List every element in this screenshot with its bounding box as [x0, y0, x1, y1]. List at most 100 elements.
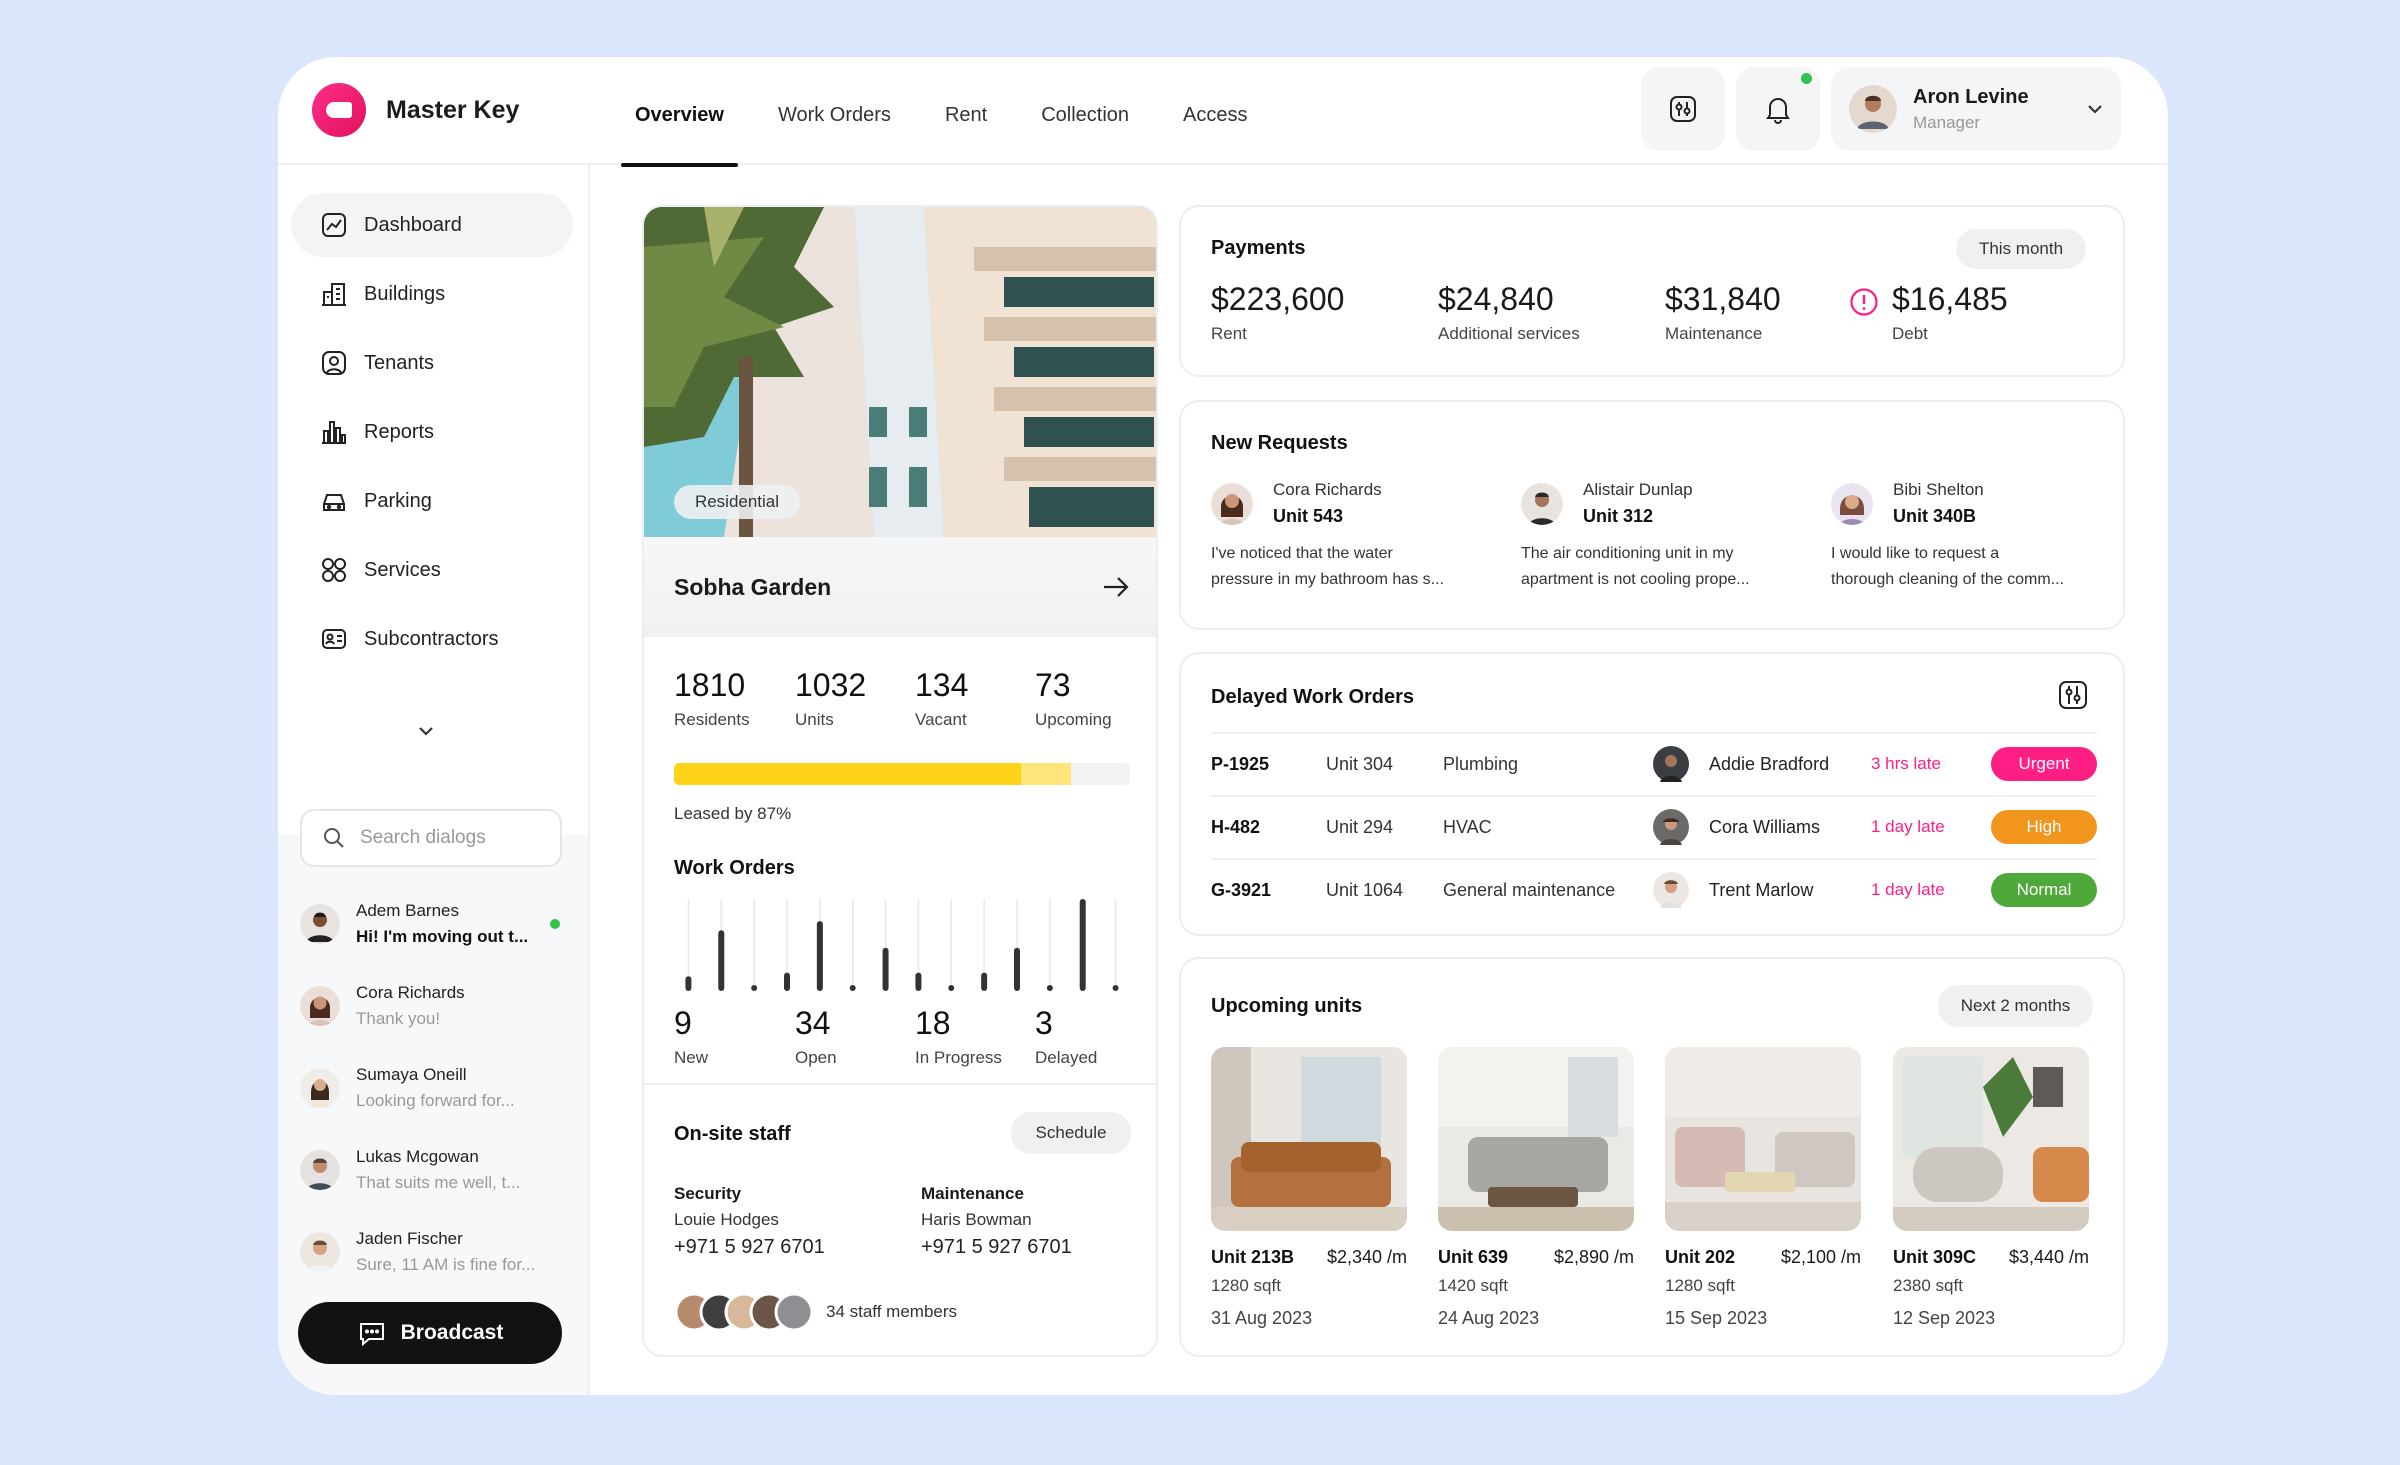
- dialog-item[interactable]: Lukas Mcgowan That suits me well, t...: [300, 1137, 560, 1203]
- stat-label: In Progress: [915, 1048, 1002, 1067]
- logo-icon: [312, 83, 366, 137]
- car-icon: [323, 494, 345, 511]
- building-type-tag: Residential: [674, 485, 800, 519]
- work-order-row[interactable]: G-3921 Unit 1064 General maintenance Tre…: [1211, 859, 2097, 921]
- sidebar-item-subcontractors[interactable]: Subcontractors: [291, 607, 573, 671]
- stat-residents: 1810 Residents: [674, 667, 750, 730]
- sidebar-item-tenants[interactable]: Tenants: [291, 331, 573, 395]
- request-name: Bibi Shelton: [1893, 480, 1984, 499]
- avatar: [300, 986, 340, 1026]
- tab-access[interactable]: Access: [1183, 57, 1247, 165]
- user-menu[interactable]: Aron Levine Manager: [1831, 67, 2121, 151]
- unit-card[interactable]: Unit 213B $2,340 /m 1280 sqft 31 Aug 2023: [1211, 1047, 1407, 1329]
- brand[interactable]: Master Key: [312, 83, 519, 137]
- unit-photo: [1893, 1047, 2089, 1231]
- unit-card[interactable]: Unit 309C $3,440 /m 2380 sqft 12 Sep 2023: [1893, 1047, 2089, 1329]
- work-order-bar: [685, 976, 692, 991]
- request-unit: Unit 340B: [1893, 506, 1977, 526]
- unit-card[interactable]: Unit 639 $2,890 /m 1420 sqft 24 Aug 2023: [1438, 1047, 1634, 1329]
- staff-phone[interactable]: +971 5 927 6701: [674, 1236, 825, 1259]
- payments-title: Payments: [1211, 237, 1306, 259]
- sidebar-item-reports[interactable]: Reports: [291, 400, 573, 464]
- dialog-message: Thank you!: [356, 1009, 441, 1028]
- tab-work-orders[interactable]: Work Orders: [778, 57, 891, 165]
- notification-dot: [1801, 73, 1812, 84]
- sidebar-item-parking[interactable]: Parking: [291, 469, 573, 533]
- stat-label: Upcoming: [1035, 710, 1112, 729]
- main-tabs: Overview Work Orders Rent Collection Acc…: [621, 57, 1301, 167]
- building-title-row[interactable]: Sobha Garden: [644, 537, 1156, 637]
- broadcast-button[interactable]: Broadcast: [298, 1302, 562, 1364]
- work-order-row[interactable]: P-1925 Unit 304 Plumbing Addie Bradford …: [1211, 733, 2097, 795]
- chevron-down-icon: [2088, 105, 2102, 114]
- staff-maintenance: Maintenance Haris Bowman +971 5 927 6701: [921, 1184, 1072, 1259]
- tab-rent[interactable]: Rent: [945, 57, 987, 165]
- staff-avatars[interactable]: 34 staff members: [674, 1292, 957, 1332]
- unit-price: $3,440 /m: [2008, 1247, 2089, 1267]
- dialog-item[interactable]: Sumaya Oneill Looking forward for...: [300, 1055, 560, 1121]
- dialog-item[interactable]: Adem Barnes Hi! I'm moving out t...: [300, 891, 560, 957]
- scan-button[interactable]: [1641, 67, 1725, 151]
- request-item[interactable]: Alistair Dunlap Unit 312 The air conditi…: [1521, 480, 1801, 593]
- wo-stat-new: 9 New: [674, 1005, 708, 1068]
- staff-count: 34 staff members: [826, 1302, 958, 1321]
- unit-photo: [1665, 1047, 1861, 1231]
- dialog-message: Hi! I'm moving out t...: [356, 927, 529, 946]
- payment-value: $31,840: [1665, 281, 1781, 317]
- sidebar-item-label: Buildings: [364, 282, 446, 305]
- dialog-name: Lukas Mcgowan: [356, 1147, 479, 1166]
- tab-overview[interactable]: Overview: [621, 57, 738, 167]
- wo-type: Plumbing: [1443, 753, 1519, 774]
- payments-period-select[interactable]: This month: [1956, 229, 2086, 269]
- dialog-name: Sumaya Oneill: [356, 1065, 467, 1084]
- sidebar-item-buildings[interactable]: Buildings: [291, 262, 573, 326]
- schedule-button[interactable]: Schedule: [1011, 1112, 1131, 1154]
- work-order-bar: [948, 985, 955, 991]
- columns-icon[interactable]: [2056, 678, 2090, 712]
- priority-badge: Normal: [1991, 873, 2097, 907]
- upcoming-period-select[interactable]: Next 2 months: [1938, 985, 2093, 1027]
- wo-late: 1 day late: [1871, 880, 1945, 899]
- unit-date: 15 Sep 2023: [1665, 1308, 1768, 1328]
- sidebar-item-services[interactable]: Services: [291, 538, 573, 602]
- unit-card[interactable]: Unit 202 $2,100 /m 1280 sqft 15 Sep 2023: [1665, 1047, 1861, 1329]
- avatar: [1653, 872, 1689, 908]
- dialog-item[interactable]: Cora Richards Thank you!: [300, 973, 560, 1039]
- search-input[interactable]: Search dialogs: [300, 809, 562, 867]
- stat-value: 34: [795, 1005, 831, 1041]
- unit-date: 12 Sep 2023: [1893, 1308, 1996, 1328]
- request-text: The air conditioning unit in my apartmen…: [1521, 541, 1801, 593]
- avatar: [300, 1232, 340, 1272]
- staff-security: Security Louie Hodges +971 5 927 6701: [674, 1184, 825, 1259]
- tab-collection[interactable]: Collection: [1041, 57, 1129, 165]
- wo-unit: Unit 304: [1326, 753, 1394, 774]
- unit-name: Unit 213B: [1211, 1247, 1295, 1267]
- wo-id: H-482: [1211, 816, 1261, 837]
- work-order-bar: [784, 972, 790, 991]
- dialog-item[interactable]: Jaden Fischer Sure, 11 AM is fine for...: [300, 1219, 560, 1285]
- building-photo: Residential: [644, 207, 1156, 537]
- work-order-row[interactable]: H-482 Unit 294 HVAC Cora Williams 1 day …: [1211, 796, 2097, 858]
- stat-vacant: 134 Vacant: [915, 667, 968, 730]
- payment-label: Rent: [1211, 324, 1247, 343]
- request-item[interactable]: Bibi Shelton Unit 340B I would like to r…: [1831, 480, 2111, 593]
- stat-label: Vacant: [915, 710, 967, 729]
- stat-label: Units: [795, 710, 834, 729]
- notifications-button[interactable]: [1736, 67, 1820, 151]
- sidebar-item-dashboard[interactable]: Dashboard: [291, 193, 573, 257]
- unit-photo: [1438, 1047, 1634, 1231]
- search-placeholder: Search dialogs: [360, 827, 486, 848]
- payment-rent: $223,600 Rent: [1211, 281, 1344, 344]
- staff-phone[interactable]: +971 5 927 6701: [921, 1236, 1072, 1259]
- unit-name: Unit 639: [1438, 1247, 1509, 1267]
- delayed-title: Delayed Work Orders: [1211, 686, 1415, 708]
- unit-price: $2,890 /m: [1553, 1247, 1634, 1267]
- request-text-line: apartment is not cooling prope...: [1521, 571, 1750, 588]
- unit-name: Unit 309C: [1893, 1247, 1977, 1267]
- wo-stat-in-progress: 18 In Progress: [915, 1005, 1002, 1068]
- request-name: Alistair Dunlap: [1583, 480, 1693, 499]
- request-item[interactable]: Cora Richards Unit 543 I've noticed that…: [1211, 480, 1491, 593]
- sidebar-expand-button[interactable]: [418, 723, 434, 741]
- unread-dot: [550, 919, 560, 929]
- dialog-name: Cora Richards: [356, 983, 465, 1002]
